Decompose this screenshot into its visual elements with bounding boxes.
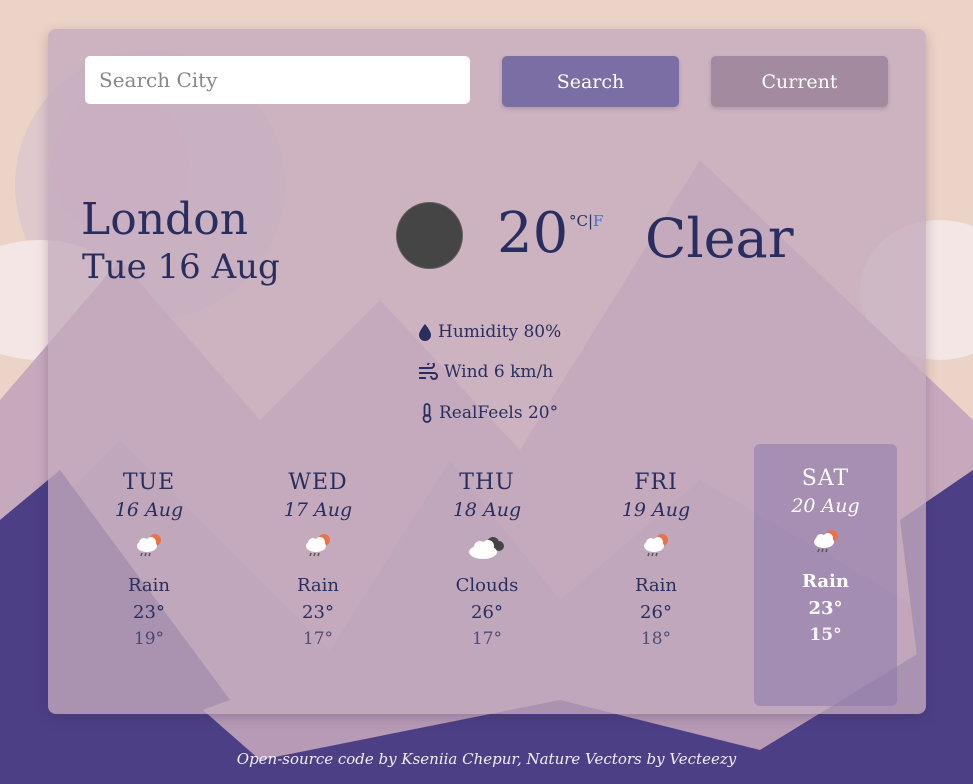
forecast-high: 23°	[302, 602, 334, 623]
thermometer-icon	[422, 403, 432, 423]
rain-sun-icon	[137, 534, 161, 557]
search-input[interactable]	[85, 56, 470, 104]
forecast-condition: Clouds	[455, 575, 519, 596]
forecast-date: 20 Aug	[791, 495, 860, 517]
wind-text: Wind 6 km/h	[444, 362, 554, 382]
current-date: Tue 16 Aug	[82, 247, 280, 287]
forecast-high: 23°	[808, 598, 843, 619]
forecast-low: 19°	[133, 629, 165, 649]
footer-credits[interactable]: Open-source code by Kseniia Chepur, Natu…	[0, 750, 973, 768]
wind-icon	[419, 363, 438, 380]
forecast-condition: Rain	[127, 575, 171, 596]
forecast-condition: Rain	[296, 575, 340, 596]
rain-sun-icon	[813, 530, 838, 553]
forecast-weekday: THU	[459, 470, 515, 495]
forecast-weekday: TUE	[122, 470, 176, 495]
forecast-low: 17°	[471, 629, 503, 649]
fahrenheit-unit[interactable]: F	[593, 212, 603, 230]
forecast-date: 18 Aug	[452, 499, 522, 521]
forecast-day[interactable]: THU 18 Aug Clouds 26° 17°	[427, 470, 547, 649]
forecast-weekday: WED	[288, 470, 348, 495]
droplet-icon	[419, 324, 431, 341]
clear-night-icon	[397, 203, 462, 268]
humidity-row: Humidity 80%	[418, 322, 561, 342]
forecast-low: 17°	[302, 629, 334, 649]
rain-sun-icon	[306, 534, 330, 557]
current-location-button[interactable]: Current	[711, 56, 888, 107]
forecast-high: 23°	[133, 602, 165, 623]
city-name: London	[81, 194, 249, 245]
forecast-day-selected[interactable]: SAT 20 Aug Rain 23° 15°	[754, 444, 897, 706]
forecast-date: 16 Aug	[114, 499, 184, 521]
clouds-icon	[469, 537, 504, 559]
forecast-date: 17 Aug	[283, 499, 353, 521]
wind-row: Wind 6 km/h	[418, 362, 553, 382]
realfeel-text: RealFeels 20°	[439, 403, 559, 423]
forecast-weekday: FRI	[634, 470, 678, 495]
celsius-unit[interactable]: °C	[569, 212, 588, 230]
forecast-condition: Rain	[634, 575, 678, 596]
realfeel-row: RealFeels 20°	[421, 403, 558, 423]
forecast-day[interactable]: TUE 16 Aug Rain 23° 19°	[89, 470, 209, 649]
forecast-low: 18°	[640, 629, 672, 649]
forecast-low: 15°	[809, 625, 842, 645]
unit-toggle: °C|F	[569, 212, 603, 230]
forecast-weekday: SAT	[801, 466, 850, 491]
rain-sun-icon	[644, 534, 668, 557]
humidity-text: Humidity 80%	[438, 322, 562, 342]
current-temperature: 20	[497, 201, 569, 266]
search-button[interactable]: Search	[502, 56, 679, 107]
forecast-high: 26°	[471, 602, 503, 623]
forecast-day[interactable]: FRI 19 Aug Rain 26° 18°	[596, 470, 716, 649]
forecast-day[interactable]: WED 17 Aug Rain 23° 17°	[258, 470, 378, 649]
forecast-condition: Rain	[802, 571, 849, 592]
weather-description: Clear	[645, 207, 794, 270]
forecast-high: 26°	[640, 602, 672, 623]
forecast-date: 19 Aug	[621, 499, 691, 521]
